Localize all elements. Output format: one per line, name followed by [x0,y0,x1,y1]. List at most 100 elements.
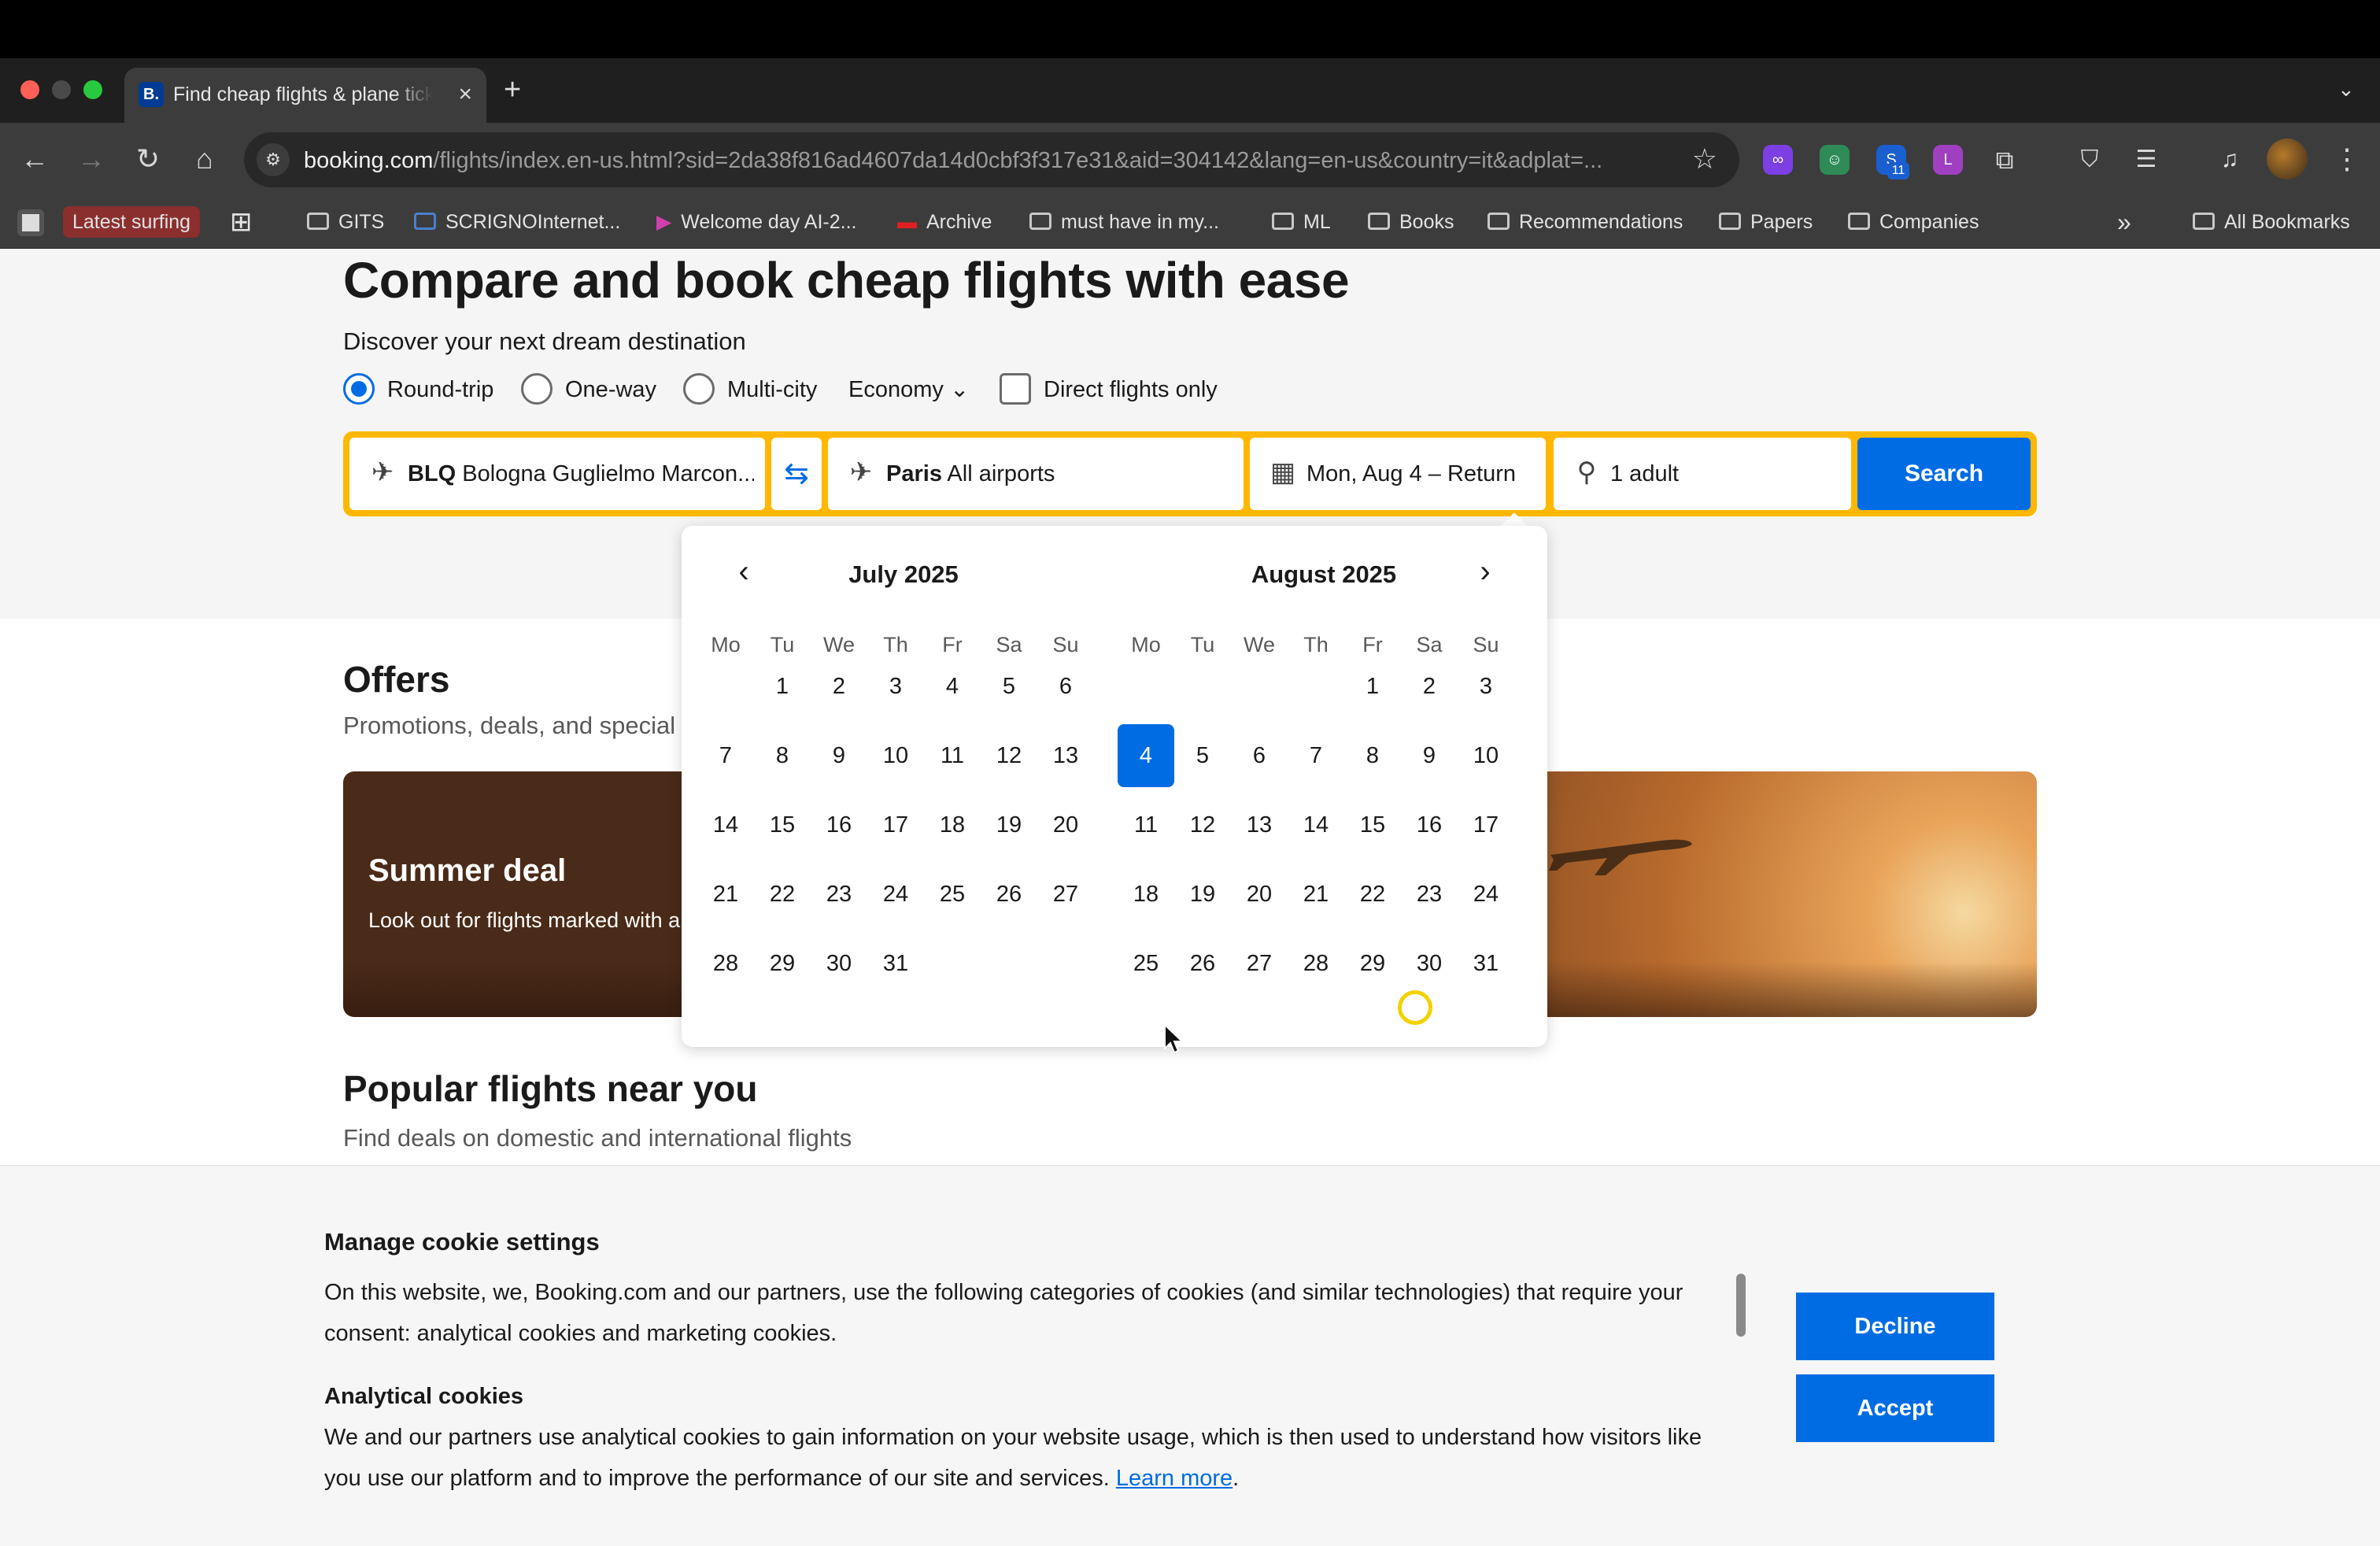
calendar-day[interactable]: 3 [1458,655,1514,718]
minimize-window-button[interactable] [52,80,71,99]
bookmark-archive[interactable]: ▬ Archive [897,206,992,238]
extension-icon[interactable]: ∞ [1763,145,1793,175]
calendar-day[interactable]: 8 [754,724,811,787]
one-way-label[interactable]: One-way [565,375,656,404]
calendar-day[interactable]: 17 [1458,793,1514,856]
calendar-day[interactable]: 20 [1231,863,1288,926]
bookmark-companies[interactable]: Companies [1848,206,1979,238]
bookmark-ml[interactable]: ML [1272,206,1331,238]
multi-city-radio[interactable] [683,373,715,405]
calendar-day[interactable]: 29 [1344,932,1401,995]
calendar-day[interactable]: 2 [811,655,867,718]
destination-field[interactable]: ✈ Paris All airports [828,438,1244,510]
calendar-day[interactable]: 5 [981,655,1037,718]
calendar-day[interactable]: 30 [811,932,867,995]
calendar-day[interactable]: 25 [1118,932,1174,995]
origin-field[interactable]: ✈ BLQ Bologna Guglielmo Marcon... [349,438,765,510]
calendar-day[interactable]: 25 [924,863,981,926]
extensions-puzzle-icon[interactable]: ⧉ [1990,145,2020,175]
site-settings-icon[interactable]: ⚙ [257,143,290,176]
more-menu-icon[interactable]: ⋮ [2330,142,2364,176]
calendar-day[interactable]: 31 [867,932,924,995]
calendar-day[interactable]: 22 [1344,863,1401,926]
learn-more-link[interactable]: Learn more [1116,1466,1232,1491]
calendar-day[interactable]: 17 [867,793,924,856]
tab-search-chevron-icon[interactable]: ⌄ [2338,77,2355,102]
search-button[interactable]: Search [1857,438,2031,510]
calendar-day[interactable]: 11 [1118,793,1174,856]
home-icon[interactable]: ⌂ [187,142,222,176]
calendar-day[interactable]: 23 [811,863,867,926]
media-control-icon[interactable]: ♫ [2215,145,2245,175]
calendar-day[interactable]: 18 [924,793,981,856]
calendar-day[interactable]: 28 [1288,932,1344,995]
calendar-day[interactable]: 13 [1037,724,1094,787]
back-arrow-icon[interactable]: ← [17,142,52,176]
bookmark-books[interactable]: Books [1368,206,1454,238]
all-bookmarks[interactable]: All Bookmarks [2193,206,2350,238]
cabin-class-select[interactable]: Economy ⌄ [848,375,969,404]
calendar-day[interactable]: 19 [981,793,1037,856]
calendar-day[interactable]: 14 [1288,793,1344,856]
calendar-day[interactable]: 27 [1231,932,1288,995]
swap-locations-button[interactable]: ⇆ [771,438,822,510]
calendar-day[interactable]: 16 [1401,793,1458,856]
travelers-field[interactable]: ⚲ 1 adult [1554,438,1851,510]
calendar-day[interactable]: 4 [1118,724,1174,787]
calendar-day[interactable]: 2 [1401,655,1458,718]
calendar-day[interactable]: 7 [1288,724,1344,787]
decline-button[interactable]: Decline [1796,1293,1994,1360]
bookmark-scrigno[interactable]: SCRIGNOInternet... [414,206,620,238]
calendar-day[interactable]: 4 [924,655,981,718]
calendar-day[interactable]: 23 [1401,863,1458,926]
calendar-day[interactable]: 26 [981,863,1037,926]
apps-grid-icon[interactable]: ⊞ [230,206,253,238]
bookmark-welcome-day[interactable]: ▶ Welcome day AI-2... [656,206,856,238]
bookmark-must-have[interactable]: must have in my... [1029,206,1219,238]
calendar-day[interactable]: 20 [1037,793,1094,856]
tab-group-icon[interactable] [17,209,44,236]
accept-button[interactable]: Accept [1796,1374,1994,1442]
calendar-day[interactable]: 6 [1037,655,1094,718]
calendar-day[interactable]: 15 [1344,793,1401,856]
calendar-day[interactable]: 21 [697,863,754,926]
reading-list-icon[interactable]: ☰ [2131,145,2161,175]
calendar-day[interactable]: 10 [1458,724,1514,787]
bookmarks-overflow-icon[interactable]: » [2117,206,2131,238]
calendar-day[interactable]: 27 [1037,863,1094,926]
bookmark-star-icon[interactable]: ☆ [1692,142,1717,176]
bookmark-latest-surfing[interactable]: Latest surfing [63,206,201,238]
calendar-day[interactable]: 26 [1174,932,1231,995]
calendar-day[interactable]: 5 [1174,724,1231,787]
calendar-day[interactable]: 15 [754,793,811,856]
maximize-window-button[interactable] [83,80,102,99]
calendar-day[interactable]: 8 [1344,724,1401,787]
calendar-day[interactable]: 9 [811,724,867,787]
address-bar[interactable]: ⚙ booking.com/flights/index.en-us.html?s… [244,132,1739,187]
calendar-day[interactable]: 9 [1401,724,1458,787]
bookmark-recommendations[interactable]: Recommendations [1488,206,1683,238]
calendar-day[interactable]: 29 [754,932,811,995]
calendar-day[interactable]: 1 [1344,655,1401,718]
calendar-day[interactable]: 24 [867,863,924,926]
url-text[interactable]: booking.com/flights/index.en-us.html?sid… [304,145,1642,176]
calendar-day[interactable]: 31 [1458,932,1514,995]
extension-robot-icon[interactable]: ☺ [1820,145,1850,175]
calendar-day[interactable]: 12 [1174,793,1231,856]
calendar-day[interactable]: 13 [1231,793,1288,856]
calendar-day[interactable]: 18 [1118,863,1174,926]
round-trip-label[interactable]: Round-trip [387,375,493,404]
close-window-button[interactable] [20,80,39,99]
bookmark-papers[interactable]: Papers [1719,206,1813,238]
bookmark-gits[interactable]: GITS [307,206,384,238]
direct-flights-checkbox[interactable] [1000,373,1031,405]
reload-icon[interactable]: ↻ [131,142,165,176]
calendar-day[interactable]: 11 [924,724,981,787]
multi-city-label[interactable]: Multi-city [727,375,817,404]
calendar-day[interactable]: 19 [1174,863,1231,926]
dates-field[interactable]: ▦ Mon, Aug 4 – Return [1250,438,1546,510]
calendar-day[interactable]: 10 [867,724,924,787]
close-tab-icon[interactable]: × [458,80,472,109]
calendar-day[interactable]: 3 [867,655,924,718]
forward-arrow-icon[interactable]: → [74,142,109,176]
